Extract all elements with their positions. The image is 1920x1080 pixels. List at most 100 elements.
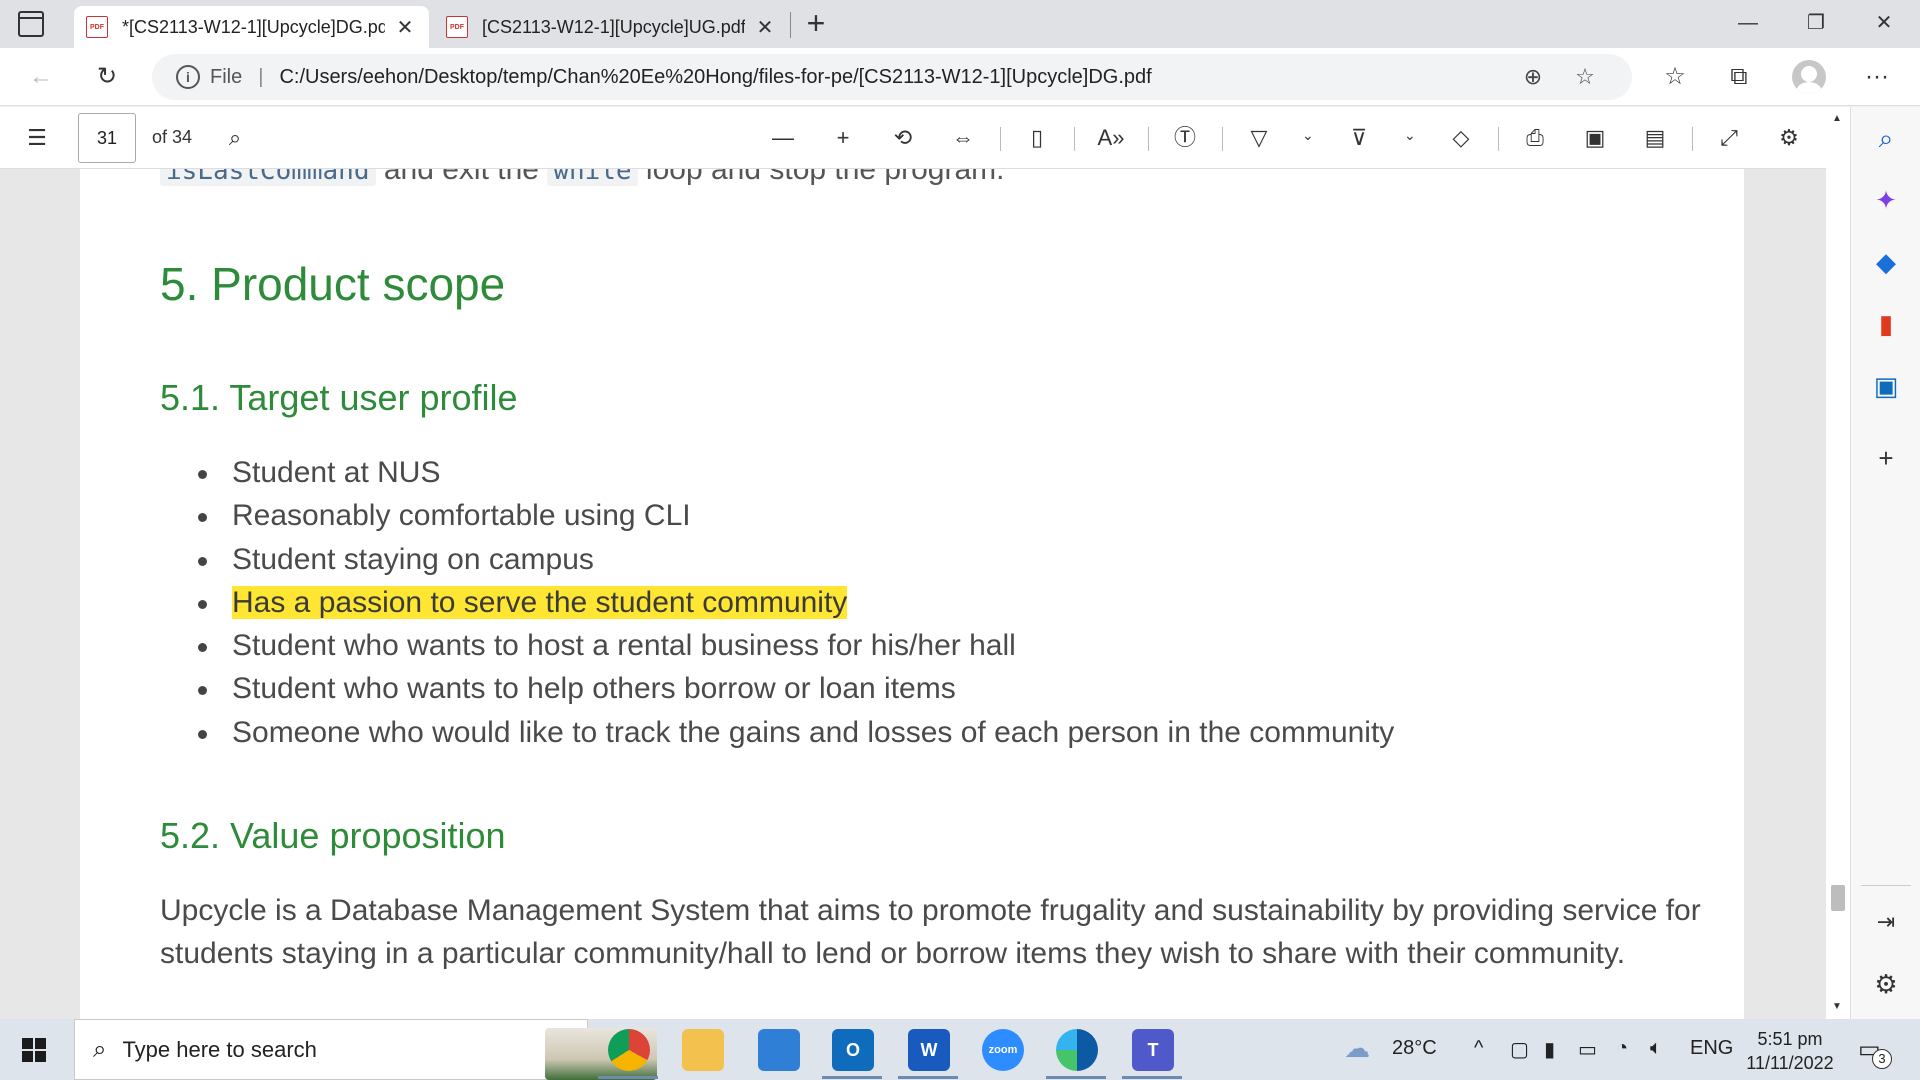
list-item: Someone who would like to track the gain… xyxy=(192,711,1394,754)
document-viewer[interactable]: isLastCommand and exit the while loop an… xyxy=(0,169,1836,1019)
windows-taskbar: ⌕ Type here to search O W zoom T ☁ 28°C … xyxy=(0,1019,1920,1080)
running-indicator xyxy=(1046,1076,1106,1079)
tab-actions-icon[interactable] xyxy=(18,11,44,37)
new-tab-button[interactable]: + xyxy=(800,6,832,42)
find-icon[interactable]: ⌕ xyxy=(216,119,254,157)
close-window-icon[interactable]: ✕ xyxy=(1856,0,1912,48)
refresh-icon[interactable]: ↻ xyxy=(88,58,126,96)
print-icon[interactable]: ⎙ xyxy=(1516,119,1554,157)
toolbar-divider xyxy=(1692,127,1693,151)
inline-code: isLastCommand xyxy=(160,169,376,186)
zoom-icon[interactable]: zoom xyxy=(982,1029,1024,1071)
restore-icon[interactable]: ❐ xyxy=(1788,0,1844,48)
collections-icon[interactable]: ⧉ xyxy=(1720,58,1758,96)
running-indicator xyxy=(1122,1076,1182,1079)
erase-icon[interactable]: ◇ xyxy=(1442,119,1480,157)
draw-icon[interactable]: ▽ xyxy=(1240,119,1278,157)
text-fragment: loop and stop the program. xyxy=(637,169,1005,186)
tab-dg-pdf[interactable]: PDF *[CS2113-W12-1][Upcycle]DG.pdf ✕ xyxy=(74,6,429,48)
pdf-icon: PDF xyxy=(446,16,468,38)
section-heading: 5. Product scope xyxy=(160,258,506,310)
fit-width-icon[interactable]: ⇔ xyxy=(944,119,982,157)
show-hidden-icons-icon[interactable]: ^ xyxy=(1474,1037,1483,1060)
full-screen-icon[interactable]: ⤢ xyxy=(1710,119,1748,157)
toolbar-divider xyxy=(1000,127,1001,151)
toolbar-divider xyxy=(1148,127,1149,151)
running-indicator xyxy=(598,1076,658,1079)
scroll-down-icon[interactable]: ▼ xyxy=(1832,1001,1842,1012)
tab-ug-pdf[interactable]: PDF [CS2113-W12-1][Upcycle]UG.pdf ✕ xyxy=(434,6,789,48)
pdf-toolbar: ☰ 31 of 34 ⌕ — + ⟲ ⇔ ▯ A» Ⓣ ▽ ⌄ ⊽ ⌄ ◇ ⎙ … xyxy=(0,107,1850,169)
search-icon[interactable]: ⌕ xyxy=(1869,121,1903,155)
clock-date: 11/11/2022 xyxy=(1746,1053,1834,1073)
read-aloud-icon[interactable]: A» xyxy=(1092,119,1130,157)
highlighted-text[interactable]: Has a passion to serve the student commu… xyxy=(232,585,848,619)
language-indicator[interactable]: ENG xyxy=(1690,1037,1733,1060)
volume-icon[interactable]: 🔈︎ xyxy=(1650,1037,1662,1060)
edge-icon[interactable] xyxy=(1056,1029,1098,1071)
scroll-up-icon[interactable]: ▲ xyxy=(1832,113,1842,124)
microphone-icon[interactable]: ▮ xyxy=(1544,1037,1555,1062)
weather-icon[interactable]: ☁ xyxy=(1344,1033,1370,1064)
favorites-icon[interactable]: ☆ xyxy=(1656,58,1694,96)
discover-icon[interactable]: ✦ xyxy=(1869,183,1903,217)
tab-title: *[CS2113-W12-1][Upcycle]DG.pdf xyxy=(122,16,385,37)
battery-icon[interactable]: ▭ xyxy=(1578,1037,1597,1062)
edge-sidebar: ⌕ ✦ ◆ ▮ ▣ + ⇥ ⚙ xyxy=(1850,107,1920,1019)
list-item-text: Student who wants to help others borrow … xyxy=(232,672,956,706)
office-icon[interactable]: ▮ xyxy=(1869,307,1903,341)
sidebar-settings-icon[interactable]: ⚙ xyxy=(1869,967,1903,1001)
scroll-thumb[interactable] xyxy=(1831,885,1845,911)
running-indicator xyxy=(898,1076,958,1079)
page-number-input[interactable]: 31 xyxy=(78,113,136,163)
file-explorer-icon[interactable] xyxy=(682,1029,724,1071)
taskbar-search-box[interactable]: ⌕ Type here to search xyxy=(74,1019,657,1080)
info-icon[interactable]: i xyxy=(176,65,200,89)
rotate-icon[interactable]: ⟲ xyxy=(884,119,922,157)
notification-center-icon[interactable]: ▭ 3 xyxy=(1858,1035,1892,1069)
outlook-icon[interactable]: ▣ xyxy=(1869,369,1903,403)
chrome-icon[interactable] xyxy=(608,1029,650,1071)
list-item-text: Student at NUS xyxy=(232,456,441,489)
address-bar[interactable]: i File | C:/Users/eehon/Desktop/temp/Cha… xyxy=(152,54,1632,100)
close-tab-icon[interactable]: ✕ xyxy=(753,15,777,40)
word-icon[interactable]: W xyxy=(908,1029,950,1071)
search-placeholder: Type here to search xyxy=(122,1036,317,1062)
system-clock[interactable]: 5:51 pm 11/11/2022 xyxy=(1730,1027,1850,1075)
zoom-icon[interactable]: ⊕ xyxy=(1516,60,1550,94)
weather-temperature[interactable]: 28°C xyxy=(1392,1037,1437,1060)
teams-icon[interactable]: T xyxy=(1132,1029,1174,1071)
shopping-icon[interactable]: ◆ xyxy=(1869,245,1903,279)
more-menu-icon[interactable]: ··· xyxy=(1858,58,1896,96)
zoom-in-icon[interactable]: + xyxy=(824,119,862,157)
save-as-icon[interactable]: ▤ xyxy=(1636,119,1674,157)
profile-avatar[interactable] xyxy=(1792,60,1826,94)
highlight-icon[interactable]: ⊽ xyxy=(1340,119,1378,157)
zoom-out-icon[interactable]: — xyxy=(764,119,802,157)
url-text[interactable]: C:/Users/eehon/Desktop/temp/Chan%20Ee%20… xyxy=(279,66,1151,89)
chevron-down-icon[interactable]: ⌄ xyxy=(1302,127,1314,144)
list-item-text: Student who wants to host a rental busin… xyxy=(232,629,1016,663)
hide-sidebar-icon[interactable]: ⇥ xyxy=(1869,905,1903,939)
table-of-contents-icon[interactable]: ☰ xyxy=(18,119,56,157)
wifi-icon[interactable]: ◔ xyxy=(1616,1037,1628,1060)
save-icon[interactable]: ▣ xyxy=(1576,119,1614,157)
meet-now-icon[interactable]: ▢ xyxy=(1510,1037,1529,1062)
outlook-icon[interactable]: O xyxy=(832,1029,874,1071)
add-text-icon[interactable]: Ⓣ xyxy=(1166,119,1204,157)
page-view-icon[interactable]: ▯ xyxy=(1018,119,1056,157)
settings-icon[interactable]: ⚙ xyxy=(1770,119,1808,157)
windows-start-icon[interactable] xyxy=(22,1038,46,1062)
add-favorite-icon[interactable]: ☆ xyxy=(1568,60,1602,94)
minimize-icon[interactable]: — xyxy=(1720,0,1776,48)
list-item: Student at NUS xyxy=(192,451,1394,494)
onedrive-icon[interactable] xyxy=(758,1029,800,1071)
close-tab-icon[interactable]: ✕ xyxy=(393,15,417,40)
vertical-scrollbar[interactable]: ▲ ▼ xyxy=(1826,107,1850,1019)
back-icon[interactable]: ← xyxy=(22,58,60,96)
chevron-down-icon[interactable]: ⌄ xyxy=(1404,127,1416,144)
add-icon[interactable]: + xyxy=(1869,441,1903,475)
value-proposition-paragraph: Upcycle is a Database Management System … xyxy=(160,894,1701,970)
inline-code: while xyxy=(547,169,638,186)
running-indicator xyxy=(822,1076,882,1079)
